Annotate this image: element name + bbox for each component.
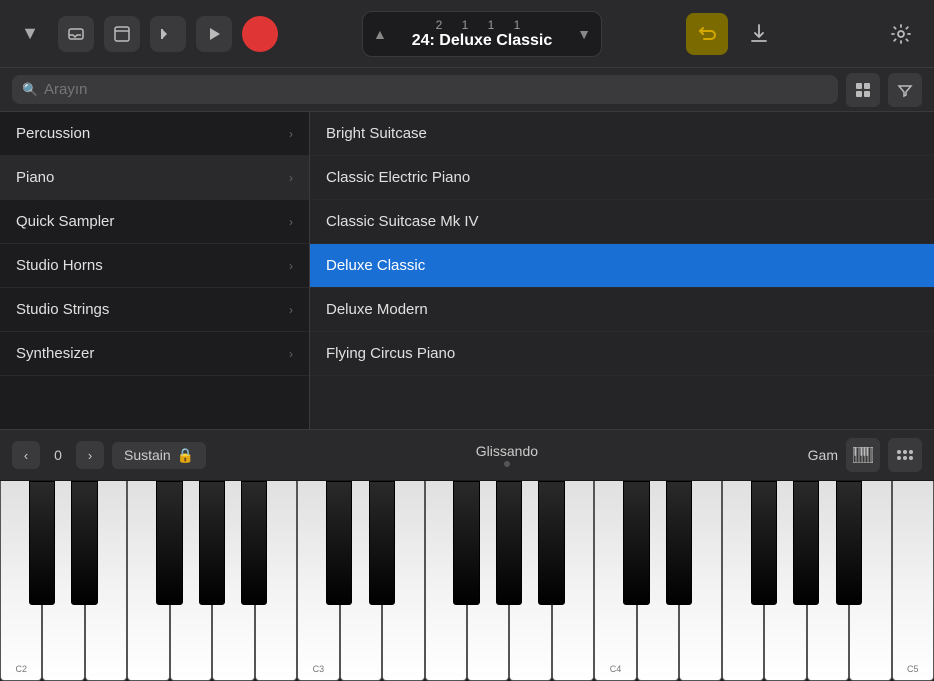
category-label: Studio Strings bbox=[16, 301, 109, 318]
toolbar: ▼ ▲ 2 1 1 1 24: Deluxe Classic ▼ bbox=[0, 0, 934, 68]
octave-display: 0 bbox=[48, 447, 68, 463]
preset-label: Classic Electric Piano bbox=[326, 169, 470, 186]
category-label: Quick Sampler bbox=[16, 213, 114, 230]
preset-item-classic-electric-piano[interactable]: Classic Electric Piano bbox=[310, 156, 934, 200]
search-input-wrap: 🔍 bbox=[12, 75, 838, 104]
category-item-quick-sampler[interactable]: Quick Sampler › bbox=[0, 200, 309, 244]
glissando-control[interactable]: Glissando bbox=[214, 443, 800, 467]
search-bar: 🔍 bbox=[0, 68, 934, 112]
black-key-14[interactable] bbox=[623, 481, 649, 605]
preset-item-bright-suitcase[interactable]: Bright Suitcase bbox=[310, 112, 934, 156]
category-item-studio-strings[interactable]: Studio Strings › bbox=[0, 288, 309, 332]
dropdown-button[interactable]: ▼ bbox=[12, 16, 48, 52]
black-key-5[interactable] bbox=[241, 481, 267, 605]
glissando-label: Glissando bbox=[476, 443, 538, 459]
preset-label: Deluxe Classic bbox=[326, 257, 425, 274]
category-label: Percussion bbox=[16, 125, 90, 142]
preset-item-deluxe-modern[interactable]: Deluxe Modern bbox=[310, 288, 934, 332]
piano-keyboard[interactable]: C2 C3 C4 C5 bbox=[0, 481, 934, 681]
content-area: Percussion›Piano›Quick Sampler›Studio Ho… bbox=[0, 112, 934, 429]
rewind-button[interactable] bbox=[150, 16, 186, 52]
preset-item-deluxe-classic[interactable]: Deluxe Classic bbox=[310, 244, 934, 288]
category-item-synthesizer[interactable]: Synthesizer › bbox=[0, 332, 309, 376]
piano-keyboard-icon-btn[interactable] bbox=[846, 438, 880, 472]
key-note-label: C2 bbox=[15, 664, 27, 674]
black-key-0[interactable] bbox=[29, 481, 55, 605]
sustain-label: Sustain bbox=[124, 447, 171, 463]
window-button[interactable] bbox=[104, 16, 140, 52]
transport-name: 24: Deluxe Classic bbox=[399, 32, 565, 50]
grid-view-button[interactable] bbox=[846, 73, 880, 107]
chevron-icon: › bbox=[289, 303, 293, 317]
keyboard-right-controls: Gam bbox=[808, 438, 922, 472]
glissando-indicator bbox=[504, 461, 510, 467]
settings-button[interactable] bbox=[880, 13, 922, 55]
key-note-label: C4 bbox=[610, 664, 622, 674]
loop-button[interactable] bbox=[686, 13, 728, 55]
black-key-18[interactable] bbox=[793, 481, 819, 605]
inbox-button[interactable] bbox=[58, 16, 94, 52]
black-key-11[interactable] bbox=[496, 481, 522, 605]
preset-label: Deluxe Modern bbox=[326, 301, 428, 318]
chevron-icon: › bbox=[289, 215, 293, 229]
transport-prev-icon[interactable]: ▲ bbox=[373, 26, 387, 42]
lock-icon: 🔒 bbox=[177, 447, 194, 464]
category-label: Studio Horns bbox=[16, 257, 103, 274]
filter-button[interactable] bbox=[888, 73, 922, 107]
category-list: Percussion›Piano›Quick Sampler›Studio Ho… bbox=[0, 112, 310, 429]
black-key-3[interactable] bbox=[156, 481, 182, 605]
key-note-label: C3 bbox=[313, 664, 325, 674]
black-key-19[interactable] bbox=[836, 481, 862, 605]
category-item-piano[interactable]: Piano › bbox=[0, 156, 309, 200]
black-key-12[interactable] bbox=[538, 481, 564, 605]
preset-item-classic-suitcase-mk-iv[interactable]: Classic Suitcase Mk IV bbox=[310, 200, 934, 244]
preset-label: Flying Circus Piano bbox=[326, 345, 455, 362]
octave-next-button[interactable]: › bbox=[76, 441, 104, 469]
category-label: Synthesizer bbox=[16, 345, 94, 362]
transport-next-icon[interactable]: ▼ bbox=[577, 26, 591, 42]
chevron-icon: › bbox=[289, 127, 293, 141]
black-key-7[interactable] bbox=[326, 481, 352, 605]
black-key-15[interactable] bbox=[666, 481, 692, 605]
category-label: Piano bbox=[16, 169, 54, 186]
sustain-control[interactable]: Sustain 🔒 bbox=[112, 442, 206, 469]
tuner-button[interactable] bbox=[738, 13, 780, 55]
play-button[interactable] bbox=[196, 16, 232, 52]
toolbar-right bbox=[686, 13, 922, 55]
keyboard-controls: ‹ 0 › Sustain 🔒 Glissando Gam bbox=[0, 429, 934, 481]
record-button[interactable] bbox=[242, 16, 278, 52]
white-key-C5[interactable]: C5 bbox=[892, 481, 934, 681]
preset-label: Classic Suitcase Mk IV bbox=[326, 213, 479, 230]
key-note-label: C5 bbox=[907, 664, 919, 674]
black-key-17[interactable] bbox=[751, 481, 777, 605]
category-item-studio-horns[interactable]: Studio Horns › bbox=[0, 244, 309, 288]
preset-item-flying-circus-piano[interactable]: Flying Circus Piano bbox=[310, 332, 934, 376]
chevron-icon: › bbox=[289, 259, 293, 273]
preset-list: Bright Suitcase Classic Electric Piano Cla… bbox=[310, 112, 934, 429]
scale-label: Gam bbox=[808, 447, 838, 463]
chevron-icon: › bbox=[289, 347, 293, 361]
transport-numbers: 2 1 1 1 bbox=[399, 18, 565, 32]
black-key-4[interactable] bbox=[199, 481, 225, 605]
black-key-10[interactable] bbox=[453, 481, 479, 605]
black-key-1[interactable] bbox=[71, 481, 97, 605]
search-input[interactable] bbox=[12, 75, 838, 104]
octave-prev-button[interactable]: ‹ bbox=[12, 441, 40, 469]
category-item-percussion[interactable]: Percussion › bbox=[0, 112, 309, 156]
preset-label: Bright Suitcase bbox=[326, 125, 427, 142]
chevron-icon: › bbox=[289, 171, 293, 185]
dots-icon-btn[interactable] bbox=[888, 438, 922, 472]
black-key-8[interactable] bbox=[369, 481, 395, 605]
